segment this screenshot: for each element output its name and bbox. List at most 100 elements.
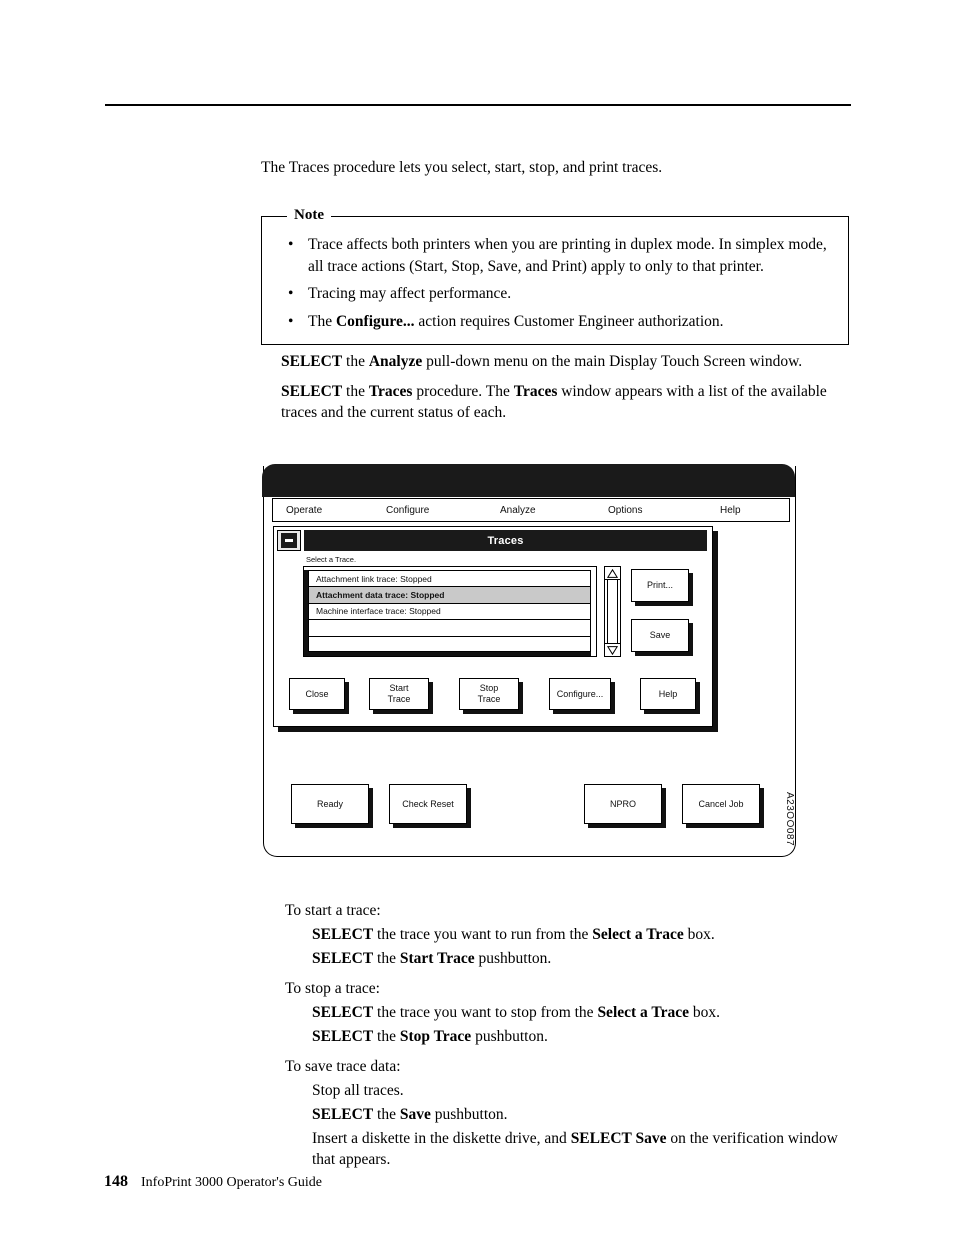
step-text: the trace you want to run from the [373, 926, 593, 943]
print-button[interactable]: Print... [631, 569, 689, 602]
list-item[interactable] [309, 637, 590, 653]
step-target: Start Trace [399, 950, 475, 967]
page-number: 148 [104, 1173, 128, 1190]
stop-trace-button[interactable]: Stop Trace [459, 678, 519, 710]
step-text: Stop all traces. [312, 1082, 404, 1099]
step-target: Save [399, 1106, 431, 1123]
step-keyword: SELECT [312, 926, 374, 943]
list-item[interactable]: Attachment data trace: Stopped [309, 587, 590, 604]
traces-dialog-title: Traces [304, 530, 707, 551]
note-item: • The Configure... action requires Custom… [282, 311, 832, 333]
step-keyword: SELECT [312, 1106, 374, 1123]
save-button[interactable]: Save [631, 619, 689, 652]
procedure-line: SELECT the Start Trace pushbutton. [285, 948, 860, 969]
scrollbar-track[interactable] [607, 580, 618, 643]
step-text: Insert a diskette in the diskette drive,… [312, 1130, 571, 1147]
step-target-2: Traces [513, 383, 558, 400]
bullet-icon: • [288, 236, 294, 253]
page-footer: 148 InfoPrint 3000 Operator's Guide [104, 1173, 322, 1191]
menu-item-help[interactable]: Help [720, 505, 741, 516]
note-item-text: Tracing may affect performance. [308, 285, 512, 302]
step-keyword: SELECT [281, 353, 343, 370]
step-target: Stop Trace [399, 1028, 472, 1045]
step-text-tail: box. [688, 1004, 720, 1021]
menu-item-options[interactable]: Options [608, 505, 642, 516]
note-box: Note • Trace affects both printers when y… [261, 206, 849, 345]
step-keyword: SELECT [281, 383, 343, 400]
help-button[interactable]: Help [640, 678, 696, 710]
header-rule [105, 104, 851, 106]
figure-display-touch-screen: Operate Configure Analyze Options Help T… [262, 464, 796, 857]
traces-dialog: Traces Select a Trace. Attachment link t… [273, 526, 713, 727]
step-line: SELECT the Analyze pull-down menu on the… [281, 351, 851, 372]
minimize-glyph [281, 533, 297, 548]
minimize-icon[interactable] [277, 530, 301, 551]
bullet-icon: • [288, 285, 294, 302]
step-text: the [373, 950, 400, 967]
procedure-heading: To stop a trace: [285, 980, 380, 997]
step-text: the [373, 1028, 400, 1045]
check-reset-button[interactable]: Check Reset [389, 784, 467, 824]
note-item-emphasis: Configure... [335, 312, 415, 330]
step-keyword: SELECT [312, 1028, 374, 1045]
trace-list-scrollbar[interactable] [604, 566, 621, 657]
bullet-icon: • [288, 312, 294, 330]
list-item[interactable]: Machine interface trace: Stopped [309, 604, 590, 621]
step-target: Select a Trace [597, 1004, 689, 1021]
step-text: the [342, 383, 369, 400]
select-a-trace-label: Select a Trace. [306, 555, 357, 564]
procedure-heading: To start a trace: [285, 902, 381, 919]
npro-button[interactable]: NPRO [584, 784, 662, 824]
note-legend: Note [287, 206, 331, 225]
step-text-tail: box. [683, 926, 715, 943]
step-target: Select a Trace [592, 926, 684, 943]
step-keyword: SELECT [312, 1004, 374, 1021]
step-text-tail: pull-down menu on the main Display Touch… [422, 353, 803, 370]
figure-id-label: A23OO087 [784, 792, 795, 847]
configure-button[interactable]: Configure... [549, 678, 611, 710]
ready-button[interactable]: Ready [291, 784, 369, 824]
step-text-tail: pushbutton. [430, 1106, 508, 1123]
step-text-tail: pushbutton. [474, 950, 552, 967]
step-target: SELECT Save [570, 1130, 667, 1147]
procedure-line: SELECT the Stop Trace pushbutton. [285, 1026, 860, 1047]
procedure-text: To start a trace: SELECT the trace you w… [285, 900, 860, 1173]
step-text-tail: pushbutton. [471, 1028, 548, 1045]
note-item: • Trace affects both printers when you ar… [282, 234, 832, 277]
step-text-mid: procedure. The [412, 383, 514, 400]
start-trace-button[interactable]: Start Trace [369, 678, 429, 710]
trace-list-frame: Attachment link trace: Stopped Attachmen… [303, 566, 597, 657]
list-item[interactable]: Attachment link trace: Stopped [309, 571, 590, 588]
menu-item-configure[interactable]: Configure [386, 505, 429, 516]
footer-title: InfoPrint 3000 Operator's Guide [141, 1175, 322, 1190]
step-line: SELECT the Traces procedure. The Traces … [281, 381, 851, 423]
cancel-job-button[interactable]: Cancel Job [682, 784, 760, 824]
step-text: the trace you want to stop from the [373, 1004, 598, 1021]
step-keyword: SELECT [312, 950, 374, 967]
step-target: Traces [368, 383, 413, 400]
procedure-line: SELECT the trace you want to stop from t… [285, 1002, 860, 1023]
menu-item-operate[interactable]: Operate [286, 505, 322, 516]
procedure-line: SELECT the trace you want to run from th… [285, 924, 860, 945]
triangle-down-icon[interactable] [605, 643, 620, 656]
note-item-text-tail: action requires Customer Engineer author… [414, 312, 724, 330]
note-item-text: The [308, 312, 336, 330]
procedure-line: Insert a diskette in the diskette drive,… [285, 1128, 860, 1170]
menu-item-analyze[interactable]: Analyze [500, 505, 536, 516]
intro-paragraph: The Traces procedure lets you select, st… [261, 159, 663, 176]
note-list: • Trace affects both printers when you ar… [262, 217, 848, 344]
note-item-text: Trace affects both printers when you are… [308, 236, 827, 275]
list-item[interactable] [309, 620, 590, 637]
step-text: the [342, 353, 369, 370]
touchscreen-titlebar [262, 464, 796, 498]
note-item: • Tracing may affect performance. [282, 283, 832, 305]
close-button[interactable]: Close [289, 678, 345, 710]
step-text: the [373, 1106, 400, 1123]
select-steps: SELECT the Analyze pull-down menu on the… [281, 351, 851, 432]
menu-bar: Operate Configure Analyze Options Help [272, 498, 790, 522]
step-target: Analyze [368, 353, 423, 370]
trace-list[interactable]: Attachment link trace: Stopped Attachmen… [308, 570, 591, 652]
procedure-line: SELECT the Save pushbutton. [285, 1104, 860, 1125]
triangle-up-icon[interactable] [605, 567, 620, 580]
procedure-line: Stop all traces. [285, 1080, 860, 1101]
